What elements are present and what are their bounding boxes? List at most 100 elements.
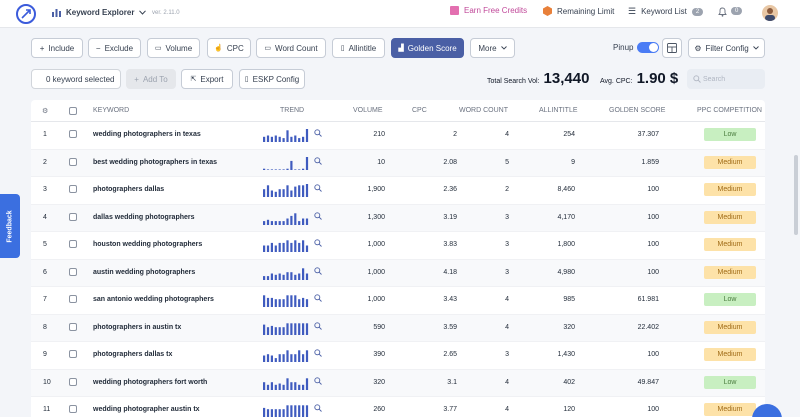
row-checkbox[interactable] — [69, 185, 77, 193]
keyword-cell[interactable]: wedding photographer austin tx — [93, 406, 200, 413]
keyword-cell[interactable]: wedding photographers fort worth — [93, 379, 207, 386]
word-count-button[interactable]: ▭ Word Count — [256, 38, 326, 58]
bell-icon[interactable] — [718, 7, 727, 17]
chevron-down-icon — [139, 10, 147, 15]
keyword-cell[interactable]: austin wedding photographers — [93, 269, 195, 276]
row-checkbox[interactable] — [69, 322, 77, 331]
row-checkbox[interactable] — [69, 295, 77, 303]
app-switcher[interactable]: Keyword Explorer — [52, 8, 147, 17]
trend-bar — [302, 136, 305, 142]
table-row[interactable]: 9 photographers dallas tx 390 2.65 3 1,430 100… — [31, 342, 765, 370]
add-to-button[interactable]: + Add To — [126, 69, 176, 89]
table-row[interactable]: 6 austin wedding photographers 1,000 4.18 3 4… — [31, 259, 765, 287]
keyword-cell[interactable]: dallas wedding photographers — [93, 214, 195, 221]
table-row[interactable]: 1 wedding photographers in texas 210 2 4 254 3… — [31, 122, 765, 150]
trend-bar — [270, 242, 273, 252]
header-golden-score[interactable]: GOLDEN SCORE — [609, 107, 665, 114]
more-button[interactable]: More — [470, 38, 515, 58]
trend-bar — [290, 190, 293, 197]
search-keyword-icon[interactable] — [314, 349, 322, 357]
table-row[interactable]: 5 houston wedding photographers 1,000 3.83 3… — [31, 232, 765, 260]
keyword-list-label: Keyword List — [641, 7, 687, 16]
eskp-config-button[interactable]: ▯ ESKP Config — [239, 69, 305, 89]
row-checkbox[interactable] — [69, 350, 77, 358]
add-to-label: Add To — [142, 74, 168, 84]
average-cpc-value: 1.90 $ — [636, 70, 679, 87]
feedback-tab[interactable]: Feedback — [0, 194, 20, 258]
row-checkbox[interactable] — [69, 157, 77, 166]
keyword-cell[interactable]: photographers in austin tx — [93, 324, 181, 331]
trend-bar — [278, 273, 281, 280]
keyword-table: ⚙ KEYWORD TREND VOLUME CPC WORD COUNT AL… — [31, 100, 765, 417]
table-row[interactable]: 4 dallas wedding photographers 1,300 3.19 3 4… — [31, 204, 765, 232]
keyword-cell[interactable]: photographers dallas tx — [93, 351, 172, 358]
trend-bar — [294, 354, 297, 362]
app-logo[interactable] — [16, 4, 36, 24]
include-button[interactable]: + Include — [31, 38, 83, 58]
volume-cell: 1,000 — [367, 268, 385, 276]
row-checkbox[interactable] — [69, 405, 77, 413]
cpc-button[interactable]: ☝ CPC — [207, 38, 251, 58]
chevron-down-icon — [500, 46, 507, 50]
pinup-toggle[interactable] — [637, 42, 659, 53]
row-checkbox[interactable] — [69, 267, 77, 276]
exclude-button[interactable]: − Exclude — [88, 38, 141, 58]
table-row[interactable]: 2 best wedding photographers in texas 10 2.… — [31, 149, 765, 177]
search-keyword-icon[interactable] — [314, 266, 322, 275]
table-row[interactable]: 3 photographers dallas 1,900 2.36 2 8,460 100 M… — [31, 177, 765, 205]
keyword-cell[interactable]: wedding photographers in texas — [93, 131, 201, 138]
header-word-count[interactable]: WORD COUNT — [459, 107, 508, 114]
search-keyword-icon[interactable] — [314, 321, 322, 330]
volume-button[interactable]: ▭ Volume — [147, 38, 200, 58]
golden-score-button[interactable]: ▟ Golden Score — [391, 38, 464, 58]
trend-bar — [294, 135, 297, 142]
header-volume[interactable]: VOLUME — [353, 107, 383, 114]
keyword-list-link[interactable]: ☰ Keyword List 2 — [628, 6, 704, 17]
trend-bar — [282, 138, 285, 142]
bar-chart-icon — [52, 9, 61, 17]
row-settings-icon[interactable]: ⚙ — [42, 107, 48, 115]
export-button[interactable]: ⇱ Export — [181, 69, 233, 89]
search-keyword-icon[interactable] — [314, 404, 322, 412]
keyword-cell[interactable]: photographers dallas — [93, 186, 164, 193]
search-keyword-icon[interactable] — [314, 294, 322, 302]
row-checkbox[interactable] — [69, 377, 77, 386]
search-keyword-icon[interactable] — [314, 376, 322, 385]
total-search-volume-value: 13,440 — [543, 70, 590, 87]
row-checkbox[interactable] — [69, 240, 77, 248]
table-row[interactable]: 11 wedding photographer austin tx 260 3.77 4… — [31, 397, 765, 417]
trend-bar — [290, 354, 293, 362]
page-scrollbar[interactable] — [794, 155, 798, 235]
table-row[interactable]: 10 wedding photographers fort worth 320 3.1… — [31, 369, 765, 397]
table-row[interactable]: 7 san antonio wedding photographers 1,000 3… — [31, 287, 765, 315]
header-cpc[interactable]: CPC — [412, 107, 427, 114]
column-layout-button[interactable] — [662, 38, 682, 58]
keyword-cell[interactable]: san antonio wedding photographers — [93, 296, 214, 303]
filter-config-button[interactable]: ⚙ Filter Config — [688, 38, 765, 58]
trend-bar — [274, 191, 277, 197]
trend-sparkline — [263, 267, 309, 280]
search-keyword-icon[interactable] — [314, 211, 322, 220]
keyword-cell[interactable]: houston wedding photographers — [93, 241, 202, 248]
header-ppc-competition[interactable]: PPC COMPETITION — [697, 107, 762, 114]
select-all-checkbox[interactable] — [69, 107, 77, 115]
search-keyword-icon[interactable] — [314, 239, 322, 247]
trend-bar — [294, 240, 297, 252]
row-checkbox[interactable] — [69, 212, 77, 221]
allintitle-button[interactable]: ▯ Allintitle — [332, 38, 385, 58]
search-keyword-icon[interactable] — [314, 156, 322, 165]
earn-credits-link[interactable]: Earn Free Credits — [450, 6, 527, 15]
remaining-limit-link[interactable]: Remaining Limit — [543, 6, 614, 16]
keyword-cell[interactable]: best wedding photographers in texas — [93, 159, 217, 166]
search-keyword-icon[interactable] — [314, 184, 322, 192]
header-keyword[interactable]: KEYWORD — [93, 107, 129, 114]
golden-score-label: Golden Score — [407, 43, 457, 53]
trend-sparkline — [263, 377, 309, 390]
header-allintitle[interactable]: ALLINTITLE — [539, 107, 578, 114]
table-row[interactable]: 8 photographers in austin tx 590 3.59 4 320 22… — [31, 314, 765, 342]
row-number: 4 — [43, 213, 47, 221]
avatar[interactable] — [762, 5, 778, 21]
search-keyword-icon[interactable] — [314, 129, 322, 137]
text-icon: ▭ — [264, 45, 272, 52]
row-checkbox[interactable] — [69, 130, 77, 138]
